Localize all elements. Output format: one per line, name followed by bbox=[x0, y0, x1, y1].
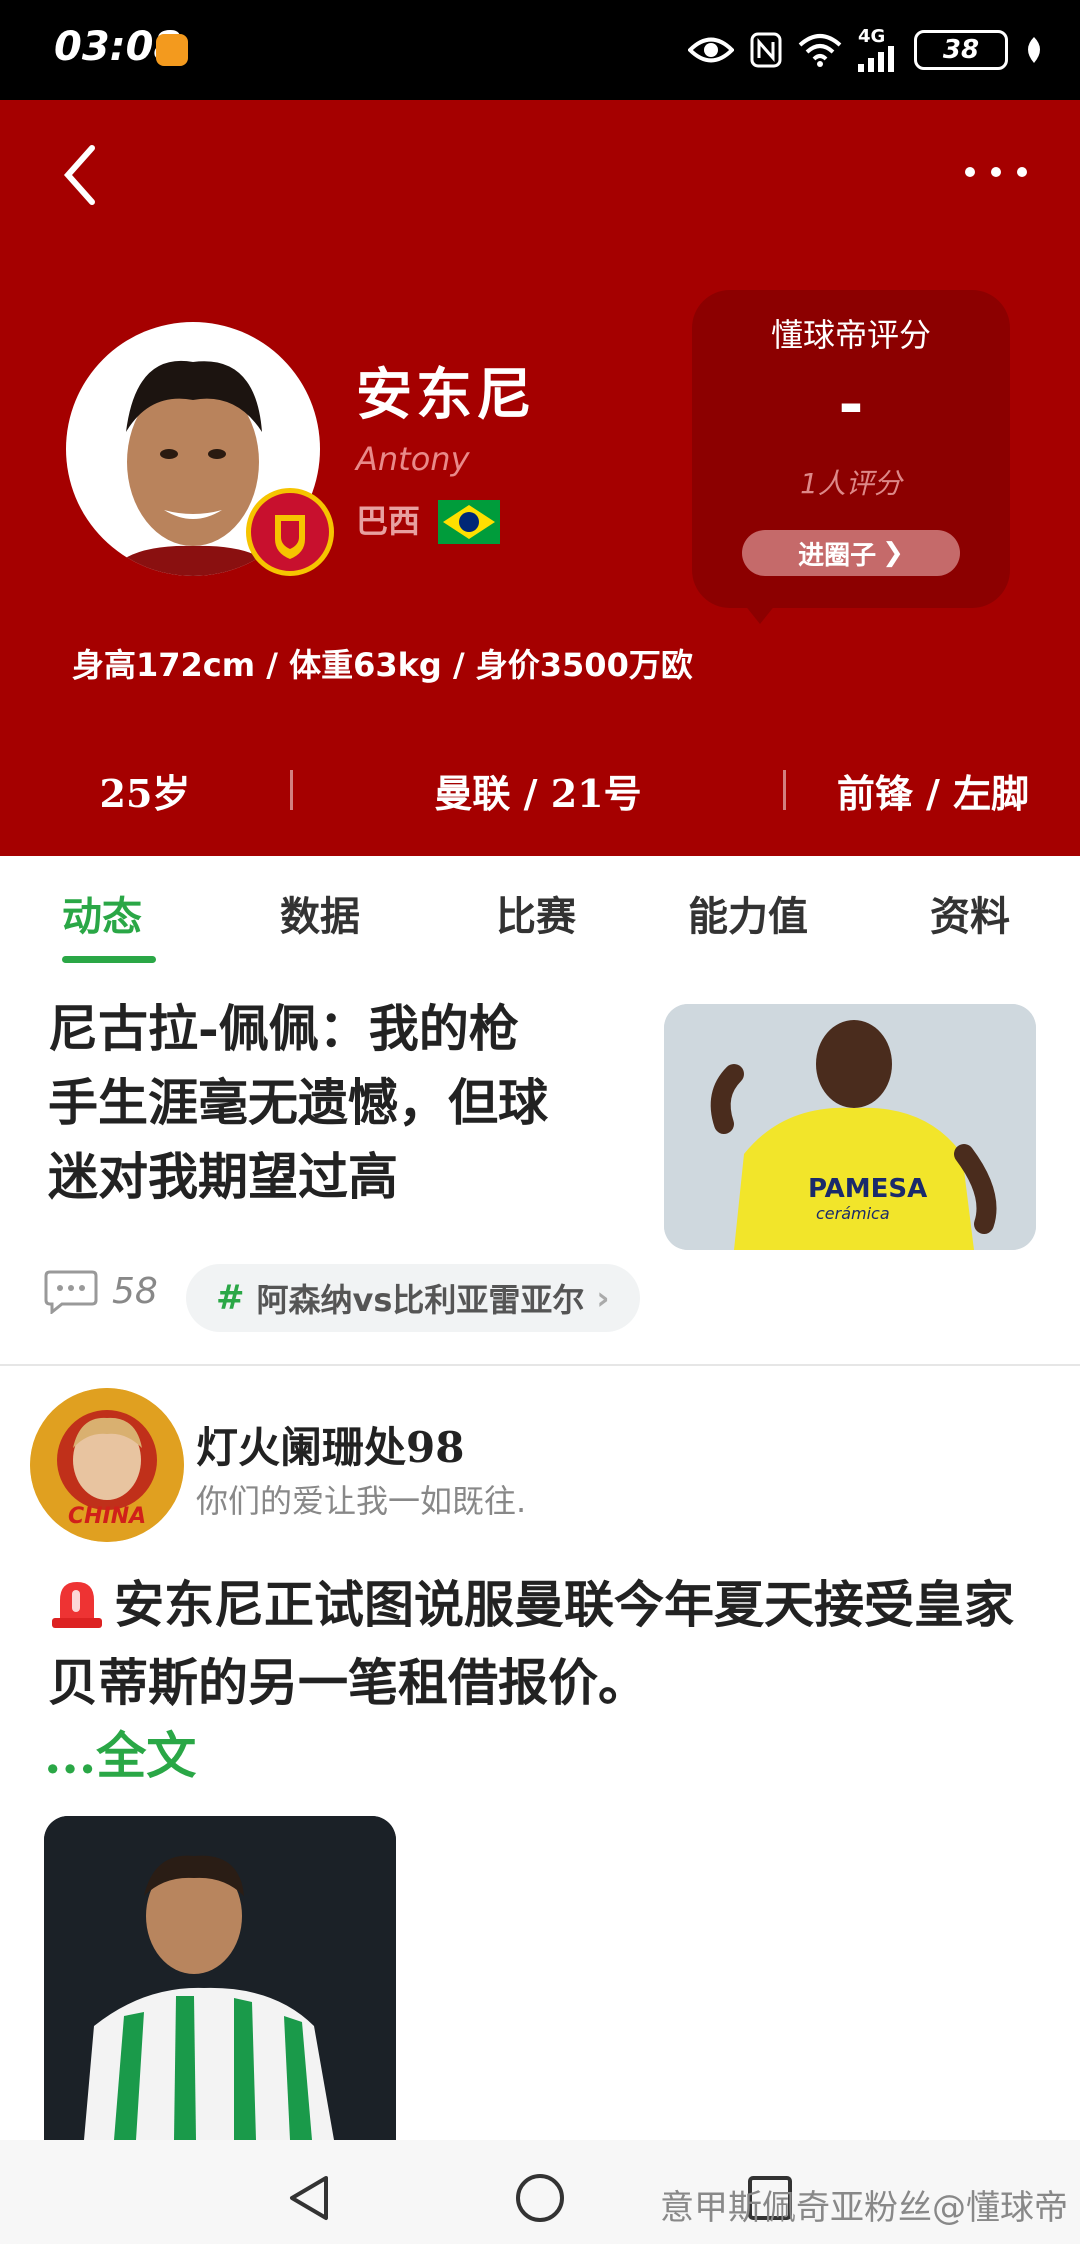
rating-card-tail bbox=[736, 594, 784, 624]
player-position-foot: 前锋 / 左脚 bbox=[836, 770, 1030, 816]
club-logo bbox=[246, 488, 334, 576]
thumb-sponsor-subtext: cerámica bbox=[816, 1204, 890, 1223]
player-age: 25岁 bbox=[99, 770, 191, 816]
post-text: 安东尼正试图说服曼联今年夏天接受皇家贝蒂斯的另一笔租借报价。 bbox=[48, 1575, 1014, 1712]
player-club-number: 曼联 / 21号 bbox=[434, 770, 642, 816]
status-icons: 4G 38 bbox=[688, 26, 1044, 74]
more-dots-icon bbox=[965, 167, 1027, 177]
eye-icon bbox=[688, 35, 734, 65]
player-nationality: 巴西 bbox=[356, 502, 421, 540]
join-circle-label: 进圈子 bbox=[798, 540, 877, 571]
post-body[interactable]: 安东尼正试图说服曼联今年夏天接受皇家贝蒂斯的另一笔租借报价。 bbox=[48, 1566, 1038, 1722]
news-title-line: 迷对我期望过高 bbox=[48, 1147, 398, 1206]
tab-feed[interactable]: 动态 bbox=[62, 884, 142, 942]
tab-matches[interactable]: 比赛 bbox=[496, 884, 576, 942]
join-circle-button[interactable]: 进圈子 ❯ bbox=[742, 530, 960, 576]
rating-value: - bbox=[838, 370, 864, 440]
triangle-back-icon bbox=[290, 2176, 328, 2220]
news-title[interactable]: 尼古拉-佩佩：我的枪 手生涯毫无遗憾，但球 迷对我期望过高 bbox=[48, 992, 638, 1214]
leaf-icon bbox=[1024, 35, 1044, 65]
player-info-row: 25岁 曼联 / 21号 前锋 / 左脚 bbox=[0, 750, 1080, 830]
post-image[interactable] bbox=[44, 1816, 396, 2140]
watermark: 意甲斯佩奇亚粉丝@懂球帝 bbox=[660, 2188, 1068, 2228]
battery-indicator: 38 bbox=[914, 30, 1008, 70]
active-tab-indicator bbox=[62, 956, 156, 963]
tab-bar: 动态 数据 比赛 能力值 资料 bbox=[0, 856, 1080, 972]
nfc-icon bbox=[750, 32, 782, 68]
chevron-left-icon bbox=[63, 145, 95, 205]
comment-count[interactable]: 58 bbox=[44, 1268, 158, 1314]
nav-back-button[interactable] bbox=[282, 2170, 338, 2226]
post-user-signature: 你们的爱让我一如既往. bbox=[196, 1482, 527, 1520]
comment-count-value: 58 bbox=[112, 1270, 158, 1312]
status-bar: 03:08 4G 38 bbox=[0, 0, 1080, 100]
post-username[interactable]: 灯火阑珊处98 bbox=[196, 1414, 464, 1475]
tab-profile[interactable]: 资料 bbox=[930, 884, 1010, 942]
news-title-line: 手生涯毫无遗憾，但球 bbox=[48, 1073, 548, 1132]
wifi-icon bbox=[798, 33, 842, 67]
rating-title: 懂球帝评分 bbox=[770, 316, 931, 354]
siren-icon bbox=[48, 1572, 106, 1630]
thumb-sponsor-text: PAMESA bbox=[808, 1174, 928, 1204]
network-type-label: 4G bbox=[858, 26, 886, 47]
avatar-badge-text: CHINA bbox=[68, 1504, 147, 1529]
player-body-stats: 身高172cm / 体重63kg / 身价3500万欧 bbox=[72, 646, 693, 684]
tab-ability[interactable]: 能力值 bbox=[688, 884, 808, 942]
news-thumbnail[interactable]: PAMESA cerámica bbox=[664, 1004, 1036, 1250]
read-more-link[interactable]: ...全文 bbox=[44, 1716, 196, 1788]
hashtag-icon: # bbox=[216, 1278, 245, 1318]
topic-label: 阿森纳vs比利亚雷亚尔 bbox=[256, 1281, 585, 1319]
divider bbox=[0, 1364, 1080, 1366]
post-user-avatar[interactable]: CHINA bbox=[30, 1388, 184, 1542]
news-title-line: 尼古拉-佩佩：我的枪 bbox=[48, 999, 519, 1058]
chevron-right-icon: ❯ bbox=[882, 538, 904, 568]
tab-stats[interactable]: 数据 bbox=[280, 884, 360, 942]
news-card[interactable]: 尼古拉-佩佩：我的枪 手生涯毫无遗憾，但球 迷对我期望过高 PAMESA cer… bbox=[0, 986, 1080, 1362]
player-header: 安东尼 Antony 巴西 身高172cm / 体重63kg / 身价3500万… bbox=[0, 100, 1080, 856]
circle-home-icon bbox=[516, 2174, 564, 2222]
back-button[interactable] bbox=[56, 140, 116, 210]
rating-count: 1人评分 bbox=[800, 467, 902, 500]
more-options-button[interactable] bbox=[956, 152, 1036, 192]
player-name-cn: 安东尼 bbox=[356, 362, 536, 428]
notification-app-icon bbox=[156, 34, 188, 66]
brazil-flag-icon bbox=[438, 500, 500, 544]
chevron-right-icon: › bbox=[596, 1279, 610, 1317]
topic-tag[interactable]: # 阿森纳vs比利亚雷亚尔 › bbox=[186, 1264, 640, 1332]
comment-bubble-icon bbox=[44, 1270, 98, 1314]
cellular-signal-icon: 4G bbox=[858, 28, 898, 72]
player-name-en: Antony bbox=[356, 440, 470, 478]
rating-card: 懂球帝评分 - 1人评分 进圈子 ❯ bbox=[692, 290, 1010, 608]
nav-home-button[interactable] bbox=[512, 2170, 568, 2226]
